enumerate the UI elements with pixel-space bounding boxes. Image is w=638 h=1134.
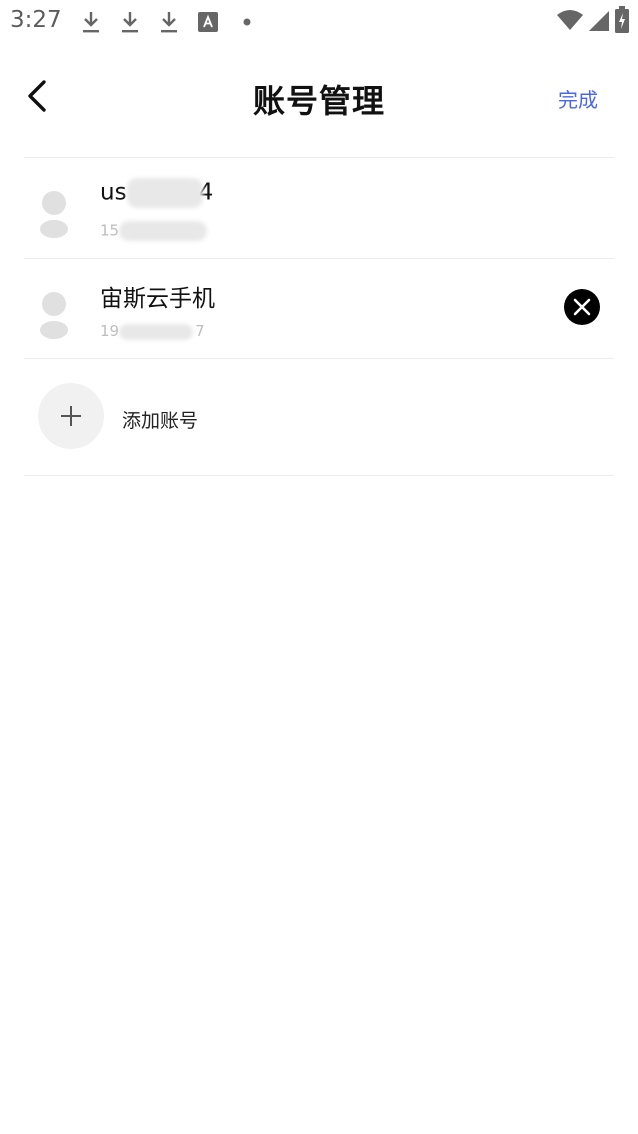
account-row[interactable]: 宙斯云手机 19 7 (24, 259, 614, 359)
account-name: 宙斯云手机 (100, 286, 215, 312)
font-a-icon (198, 12, 218, 32)
download-icon (161, 12, 177, 33)
add-circle (38, 383, 104, 449)
signal-icon (589, 11, 609, 31)
dot-icon (243, 18, 251, 26)
status-bar: 3:27 (0, 0, 638, 44)
account-row[interactable]: us 4 15 (24, 158, 614, 258)
header: 账号管理 完成 (0, 60, 638, 134)
account-name: us 4 (100, 178, 213, 208)
battery-charging-icon (615, 6, 629, 33)
account-phone: 19 7 (100, 322, 205, 340)
add-account-label: 添加账号 (122, 410, 199, 432)
account-phone: 15 (100, 221, 208, 241)
page-title: 账号管理 (252, 82, 385, 120)
download-icon (122, 12, 138, 33)
avatar-icon (40, 292, 68, 339)
add-account-button[interactable]: 添加账号 (24, 359, 614, 475)
plus-icon (61, 406, 81, 426)
avatar-icon (40, 191, 68, 238)
wifi-icon (557, 10, 583, 30)
download-icon (83, 12, 99, 33)
redacted-mask (119, 323, 194, 340)
redacted-mask (126, 178, 203, 208)
status-time: 3:27 (10, 7, 62, 33)
done-button[interactable]: 完成 (558, 84, 598, 113)
divider (24, 475, 614, 476)
redacted-mask (119, 221, 208, 241)
remove-account-button[interactable] (564, 289, 600, 325)
close-icon (573, 298, 591, 316)
